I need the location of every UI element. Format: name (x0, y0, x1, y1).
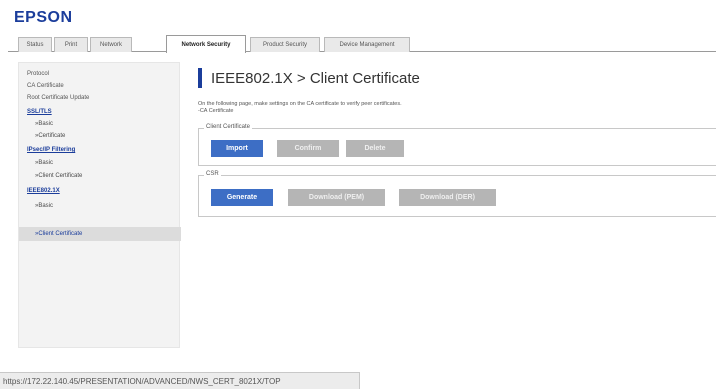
page-description: On the following page, make settings on … (198, 101, 402, 115)
sidebar-section-ipsec-ip-filtering[interactable]: IPsec/IP Filtering (27, 147, 75, 153)
tab-bar: Status Print Network Network Security Pr… (8, 33, 716, 53)
delete-button[interactable]: Delete (346, 140, 404, 157)
client-certificate-group: Client Certificate Import Confirm Delete (198, 124, 716, 166)
sidebar-item-ipsec-client-certificate[interactable]: »Client Certificate (35, 173, 82, 179)
sidebar-item-ipsec-basic[interactable]: »Basic (35, 160, 53, 166)
download-pem-button[interactable]: Download (PEM) (288, 189, 385, 206)
tab-product-security[interactable]: Product Security (250, 37, 320, 52)
download-der-button[interactable]: Download (DER) (399, 189, 496, 206)
sidebar-item-protocol[interactable]: Protocol (27, 71, 49, 77)
title-accent-bar (198, 68, 202, 88)
confirm-button[interactable]: Confirm (277, 140, 339, 157)
page-title: IEEE802.1X > Client Certificate (211, 69, 420, 87)
epson-logo: EPSON (14, 9, 73, 26)
tab-network[interactable]: Network (90, 37, 132, 52)
status-bar-url: https://172.22.140.45/PRESENTATION/ADVAN… (0, 372, 360, 389)
import-button[interactable]: Import (211, 140, 263, 157)
sidebar-section-ieee8021x[interactable]: IEEE802.1X (27, 188, 60, 194)
generate-button[interactable]: Generate (211, 189, 273, 206)
sidebar-item-ssl-certificate[interactable]: »Certificate (35, 133, 65, 139)
tab-print[interactable]: Print (54, 37, 88, 52)
page-header: IEEE802.1X > Client Certificate (198, 68, 420, 88)
tab-status[interactable]: Status (18, 37, 52, 52)
sidebar-item-ssl-basic[interactable]: »Basic (35, 121, 53, 127)
sidebar-section-ssl-tls[interactable]: SSL/TLS (27, 109, 52, 115)
csr-group: CSR Generate Download (PEM) Download (DE… (198, 171, 716, 217)
sidebar-item-ieee-basic[interactable]: »Basic (35, 203, 53, 209)
tab-network-security[interactable]: Network Security (166, 35, 246, 53)
description-line-2: -CA Certificate (198, 108, 234, 114)
description-line-1: On the following page, make settings on … (198, 101, 402, 107)
sidebar-item-ieee-client-certificate[interactable]: »Client Certificate (35, 231, 82, 237)
sidebar-item-root-certificate-update[interactable]: Root Certificate Update (27, 95, 89, 101)
client-certificate-legend: Client Certificate (204, 124, 253, 130)
sidebar: Protocol CA Certificate Root Certificate… (18, 62, 181, 348)
sidebar-item-ca-certificate[interactable]: CA Certificate (27, 83, 64, 89)
tab-device-management[interactable]: Device Management (324, 37, 410, 52)
csr-legend: CSR (204, 171, 221, 177)
